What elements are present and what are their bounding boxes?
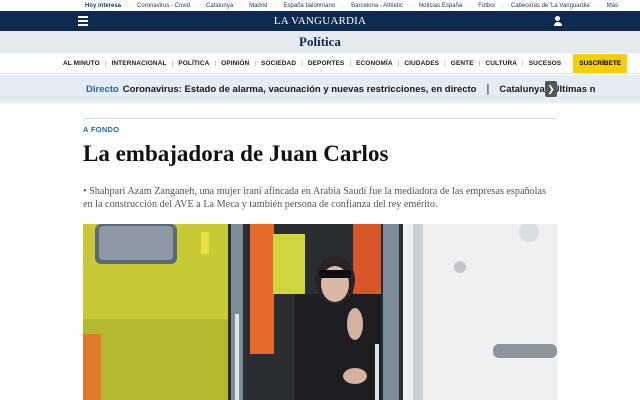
top-link[interactable]: Noticias España xyxy=(419,3,462,9)
user-icon[interactable] xyxy=(553,16,562,26)
nav-item-sociedad[interactable]: SOCIEDAD xyxy=(261,60,296,67)
live-ticker: Directo Coronavirus: Estado de alarma, v… xyxy=(0,75,640,103)
nav-item-ciudades[interactable]: CIUDADES xyxy=(404,60,439,67)
top-links-strip: Hoy interesa · Coronavirus - Covid · Cat… xyxy=(0,0,640,11)
nav-item-deportes[interactable]: DEPORTES xyxy=(308,60,345,67)
subscribe-button[interactable]: SUSCRÍBETE xyxy=(573,53,628,73)
top-link[interactable]: España balonmano xyxy=(283,3,335,9)
section-title[interactable]: Política xyxy=(299,34,341,50)
nav-item-cultura[interactable]: CULTURA xyxy=(485,60,517,67)
hamburger-menu-icon[interactable] xyxy=(78,16,88,26)
nav-item-politica[interactable]: POLÍTICA xyxy=(178,60,209,67)
nav-item-internacional[interactable]: INTERNACIONAL xyxy=(111,60,166,67)
site-logo[interactable]: LA VANGUARDIA xyxy=(274,15,366,27)
nav-item-al-minuto[interactable]: AL MINUTO xyxy=(63,60,100,67)
article-summary: • Shahpari Azam Zanganeh, una mujer iran… xyxy=(83,185,557,211)
site-header: LA VANGUARDIA xyxy=(0,11,640,31)
top-link[interactable]: Coronavirus - Covid xyxy=(137,3,190,9)
summary-text: Shahpari Azam Zanganeh, una mujer iraní … xyxy=(83,186,546,210)
main-nav: AL MINUTO | INTERNACIONAL | POLÍTICA | OPIN… xyxy=(0,53,640,74)
nav-item-sucesos[interactable]: SUCESOS xyxy=(529,60,562,67)
top-link[interactable]: Madrid xyxy=(249,3,267,9)
article-title: La embajadora de Juan Carlos xyxy=(83,141,389,166)
nav-item-opinion[interactable]: OPINIÓN xyxy=(221,60,249,67)
section-band: Política xyxy=(0,31,640,53)
divider xyxy=(83,118,557,119)
article-photo xyxy=(83,224,557,400)
hot-topics-label: Hoy interesa xyxy=(85,2,122,9)
ticker-separator: | xyxy=(486,83,490,95)
top-link[interactable]: Barcelona - Athletic xyxy=(351,3,403,9)
summary-bullet: • xyxy=(83,186,87,197)
top-link[interactable]: Fútbol xyxy=(478,3,495,9)
ticker-headline[interactable]: Coronavirus: Estado de alarma, vacunació… xyxy=(123,84,477,95)
chevron-right-icon[interactable]: ❯ xyxy=(545,81,557,97)
photo-illustration xyxy=(83,224,557,400)
live-label: Directo xyxy=(86,83,119,95)
top-link[interactable]: Cabeceras de 'La Vanguardia' xyxy=(511,3,591,9)
nav-item-economia[interactable]: ECONOMÍA xyxy=(356,60,393,67)
article-kicker[interactable]: A FONDO xyxy=(83,125,119,134)
top-link-more[interactable]: Más xyxy=(607,3,618,9)
top-link[interactable]: Catalunya xyxy=(206,3,233,9)
nav-item-gente[interactable]: GENTE xyxy=(451,60,474,67)
